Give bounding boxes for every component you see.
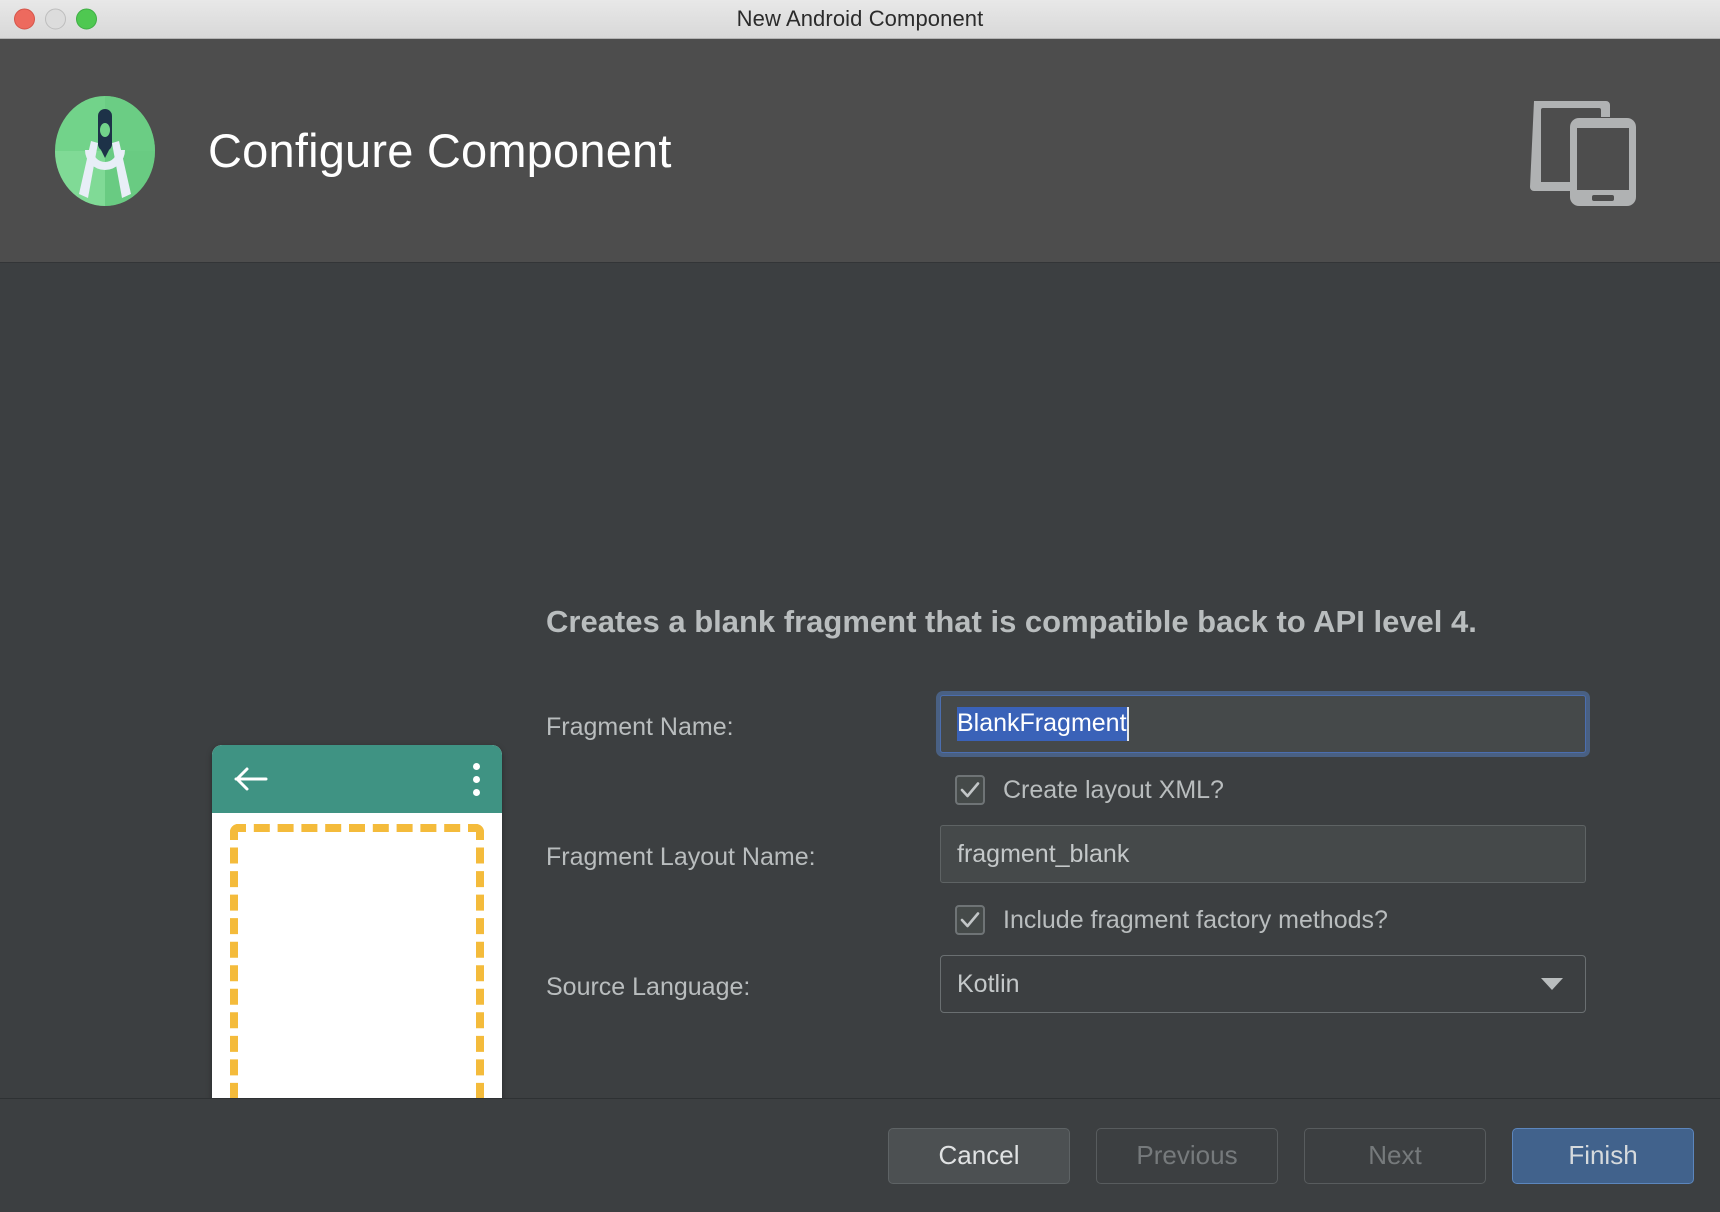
source-language-value: Kotlin: [957, 969, 1020, 998]
create-layout-xml-checkbox[interactable]: Create layout XML?: [955, 775, 1586, 805]
include-factory-methods-spacer: [546, 883, 940, 901]
zoom-button-icon[interactable]: [76, 8, 97, 30]
preview-appbar: [212, 745, 502, 813]
overflow-menu-icon: [473, 762, 480, 796]
titlebar: New Android Component: [0, 0, 1720, 39]
fragment-name-input[interactable]: BlankFragment: [940, 695, 1586, 753]
next-button[interactable]: Next: [1304, 1127, 1486, 1184]
dialog-footer: Cancel Previous Next Finish: [0, 1098, 1720, 1212]
dialog-header: Configure Component: [0, 39, 1720, 263]
tablet-and-phone-icon: [1528, 93, 1648, 209]
preview-placeholder-outline: [230, 824, 484, 1098]
window-title: New Android Component: [736, 6, 984, 31]
checkmark-icon: [955, 905, 985, 935]
previous-button[interactable]: Previous: [1096, 1127, 1278, 1184]
fragment-name-label: Fragment Name:: [546, 713, 734, 741]
fragment-layout-name-input[interactable]: fragment_blank: [940, 825, 1586, 883]
source-language-row: Source Language: Kotlin: [546, 955, 1586, 1013]
fragment-name-row: Fragment Name: BlankFragment: [546, 695, 1586, 753]
back-arrow-icon: [234, 766, 268, 792]
source-language-label: Source Language:: [546, 973, 751, 1001]
checkmark-icon: [955, 775, 985, 805]
page-title: Configure Component: [208, 124, 672, 177]
fragment-layout-name-row: Fragment Layout Name: fragment_blank: [546, 825, 1586, 883]
configure-form: Fragment Name: BlankFragment Create layo…: [546, 695, 1586, 1013]
android-studio-logo-icon: [48, 94, 162, 208]
fragment-preview-thumbnail: [212, 745, 502, 1098]
fragment-layout-name-value: fragment_blank: [957, 839, 1130, 868]
fragment-layout-name-label: Fragment Layout Name:: [546, 843, 816, 871]
dialog-window: New Android Component Configure Componen…: [0, 0, 1720, 1212]
minimize-button-icon[interactable]: [45, 8, 66, 30]
cancel-button[interactable]: Cancel: [888, 1127, 1070, 1184]
dialog-body: Creates a blank fragment that is compati…: [0, 263, 1720, 1098]
fragment-name-value: BlankFragment: [957, 707, 1129, 741]
traffic-lights: [14, 8, 97, 30]
close-button-icon[interactable]: [14, 8, 35, 30]
preview-content-area: [212, 813, 502, 1098]
create-layout-xml-label: Create layout XML?: [1003, 775, 1224, 804]
include-factory-methods-row: Include fragment factory methods?: [546, 883, 1586, 955]
include-factory-methods-label: Include fragment factory methods?: [1003, 905, 1388, 934]
finish-button[interactable]: Finish: [1512, 1127, 1694, 1184]
description-text: Creates a blank fragment that is compati…: [546, 604, 1477, 639]
create-layout-xml-spacer: [546, 753, 940, 771]
include-factory-methods-checkbox[interactable]: Include fragment factory methods?: [955, 905, 1586, 935]
source-language-dropdown[interactable]: Kotlin: [940, 955, 1586, 1013]
create-layout-xml-row: Create layout XML?: [546, 753, 1586, 825]
chevron-down-icon: [1541, 978, 1563, 990]
